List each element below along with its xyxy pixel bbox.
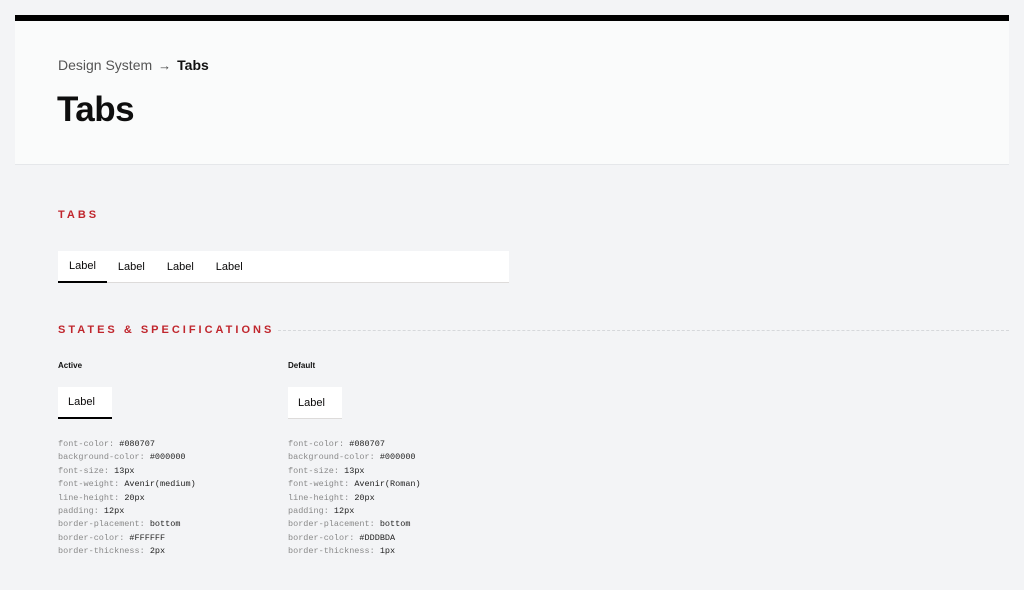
spec-value: bottom: [149, 519, 181, 530]
spec-value: #080707: [119, 439, 155, 449]
spec-value: 2px: [149, 546, 166, 557]
spec-value: bottom: [379, 519, 411, 530]
spec-row: line-height: 20px: [58, 492, 196, 505]
spec-row: font-size: 13px: [288, 465, 421, 478]
spec-value: #080707: [349, 439, 385, 449]
spec-value: 20px: [354, 492, 375, 503]
spec-key: background-color:: [58, 452, 145, 463]
state-title-active: Active: [58, 361, 83, 370]
section-divider: [278, 330, 1009, 331]
tab-label-3[interactable]: Label: [156, 251, 205, 283]
spec-value: 12px: [333, 506, 355, 517]
spec-row: border-thickness: 1px: [288, 545, 421, 558]
spec-row: font-weight: Avenir(medium): [58, 478, 196, 491]
tab-label-4[interactable]: Label: [205, 251, 254, 283]
spec-row: font-size: 13px: [58, 465, 196, 478]
spec-key: border-color:: [58, 532, 125, 543]
spec-key: font-size:: [288, 465, 340, 476]
spec-value: Avenir(medium): [124, 479, 196, 490]
spec-value: 12px: [103, 506, 125, 517]
breadcrumb: Design System → Tabs: [58, 57, 209, 73]
spec-value: #FFFFFF: [129, 532, 166, 543]
spec-row: border-placement: bottom: [58, 518, 196, 531]
spec-row: background-color: #000000: [58, 451, 196, 464]
spec-row: font-weight: Avenir(Roman): [288, 478, 421, 491]
spec-key: border-thickness:: [58, 546, 145, 557]
spec-row: font-color: #080707: [58, 438, 196, 451]
spec-key: padding:: [58, 506, 99, 517]
spec-key: border-color:: [288, 532, 355, 543]
spec-list-active: font-color: #080707 background-color: #0…: [58, 438, 196, 559]
page-header: Design System → Tabs Tabs: [15, 21, 1009, 165]
spec-value: Avenir(Roman): [354, 479, 421, 490]
spec-key: background-color:: [288, 452, 375, 463]
spec-key: border-placement:: [288, 519, 375, 530]
spec-row: border-color: #FFFFFF: [58, 532, 196, 545]
spec-value: #000000: [379, 452, 416, 463]
spec-key: font-color:: [58, 439, 115, 449]
spec-value: 13px: [344, 465, 365, 476]
spec-value: #DDDBDA: [359, 532, 396, 543]
spec-row: border-color: #DDDBDA: [288, 532, 421, 545]
state-title-default: Default: [288, 361, 316, 370]
breadcrumb-parent-link[interactable]: Design System: [58, 57, 152, 73]
spec-key: border-thickness:: [288, 546, 375, 557]
spec-row: border-thickness: 2px: [58, 545, 196, 558]
spec-value: #000000: [149, 452, 186, 463]
spec-list-default: font-color: #080707 background-color: #0…: [288, 438, 421, 559]
spec-row: border-placement: bottom: [288, 518, 421, 531]
arrow-right-icon: →: [158, 57, 172, 73]
tab-bar: Label Label Label Label: [58, 251, 509, 283]
sample-tab-default[interactable]: Label: [288, 387, 342, 419]
sample-tab-active[interactable]: Label: [58, 387, 112, 419]
page-title: Tabs: [57, 90, 135, 129]
spec-row: font-color: #080707: [288, 438, 421, 451]
breadcrumb-current: Tabs: [177, 57, 209, 73]
spec-key: line-height:: [58, 492, 120, 503]
spec-value: 1px: [379, 546, 396, 557]
spec-row: padding: 12px: [58, 505, 196, 518]
section-title-tabs: TABS: [58, 209, 100, 221]
spec-key: font-size:: [58, 465, 110, 476]
spec-key: font-color:: [288, 439, 345, 449]
spec-key: font-weight:: [58, 479, 120, 490]
tab-label-1[interactable]: Label: [58, 251, 107, 283]
spec-key: font-weight:: [288, 479, 350, 490]
spec-value: 13px: [114, 465, 135, 476]
spec-value: 20px: [124, 492, 145, 503]
spec-row: padding: 12px: [288, 505, 421, 518]
tab-label-2[interactable]: Label: [107, 251, 156, 283]
spec-key: padding:: [288, 506, 329, 517]
spec-key: line-height:: [288, 492, 350, 503]
section-title-states: STATES & SPECIFICATIONS: [58, 324, 275, 336]
spec-row: background-color: #000000: [288, 451, 421, 464]
spec-key: border-placement:: [58, 519, 145, 530]
spec-row: line-height: 20px: [288, 492, 421, 505]
